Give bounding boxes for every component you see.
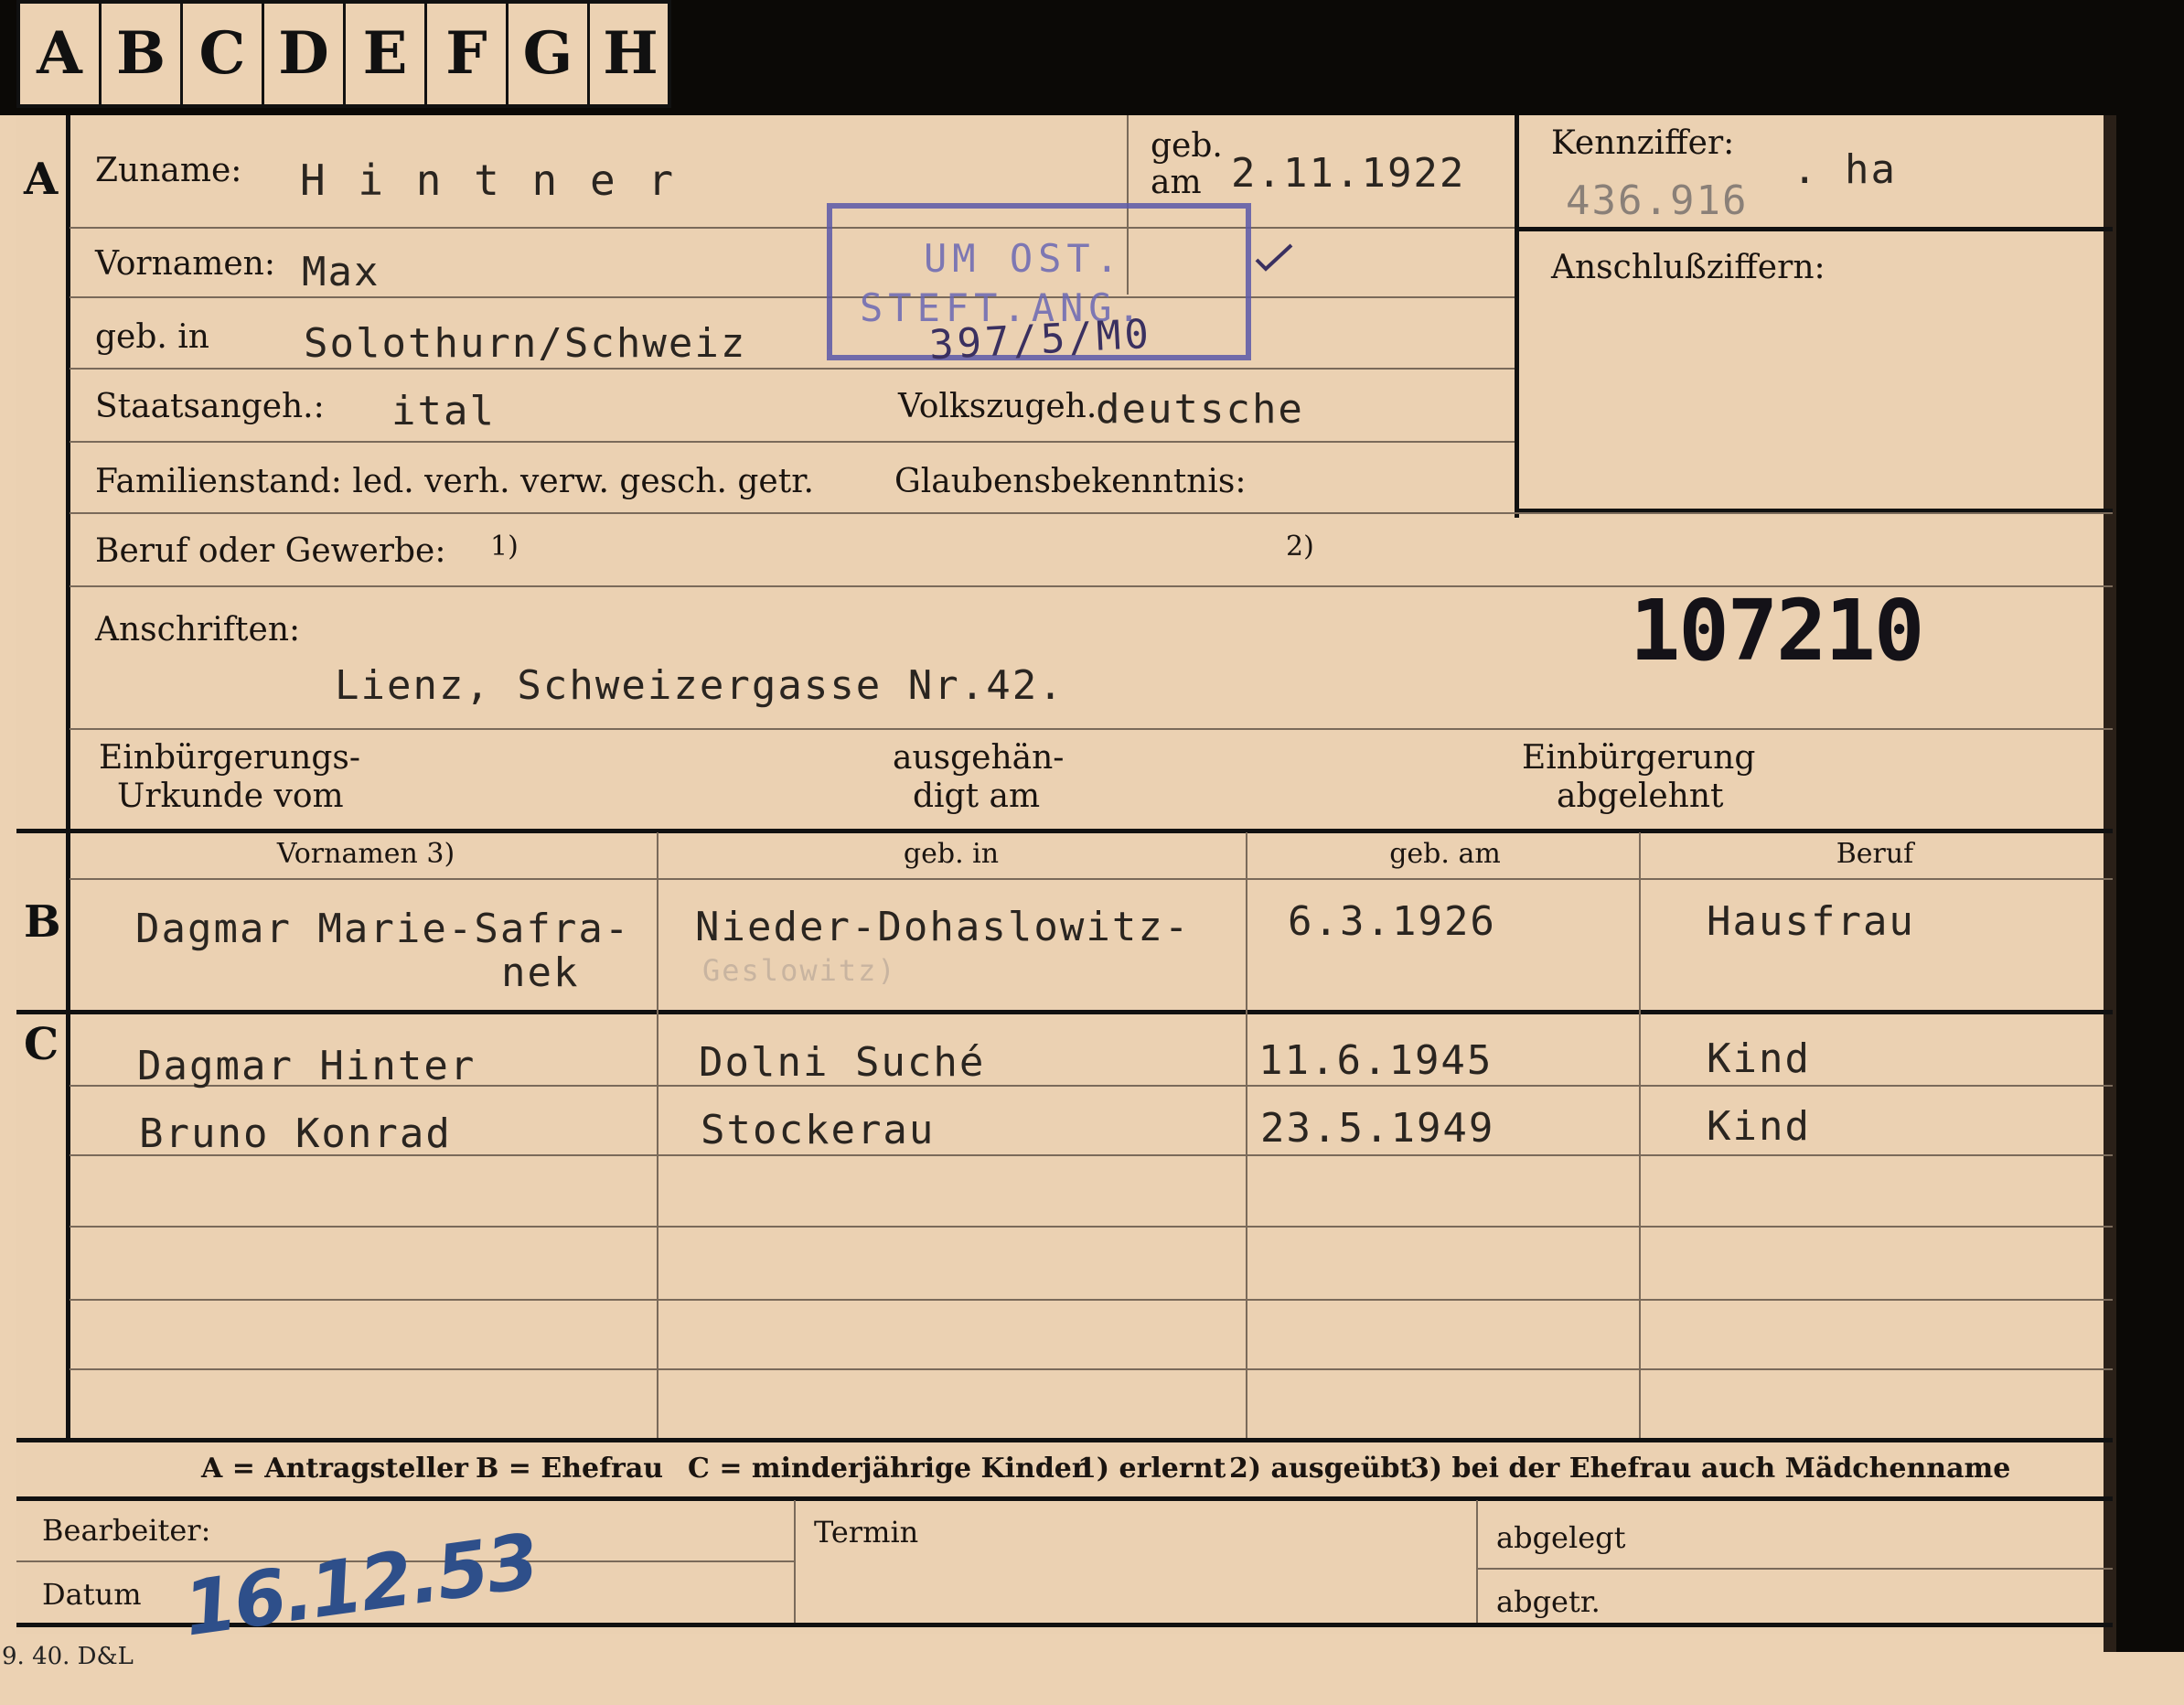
label-termin: Termin [814,1515,919,1550]
legend-kinder: C = minderjährige Kinder [688,1453,1087,1485]
child-row-rule [70,1368,2113,1370]
left-section-rule [66,115,70,1442]
label-bearbeiter: Bearbeiter: [42,1513,211,1548]
spouse-birth-date: 6.3.1926 [1288,898,1496,945]
label-glaubensbekenntnis: Glaubensbekenntnis: [894,463,1247,500]
child-2-birth-date: 23.5.1949 [1260,1105,1495,1152]
section-b-letter: B [24,896,61,948]
applicant-first-name: Max [302,249,380,295]
kennziffer-bottom-rule [1518,227,2113,231]
label-volkszugehoerigkeit: Volkszugeh. [898,388,1097,425]
label-familienstand: Familienstand: led. verh. verw. gesch. g… [95,463,814,500]
header-beruf: Beruf [1836,838,1914,870]
termin-divider [794,1500,796,1625]
abgelegt-rule [1478,1568,2113,1570]
legend-top-rule [16,1438,2113,1442]
header-geb-in: geb. in [903,838,1000,870]
header-geb-am: geb. am [1389,838,1501,870]
section-c-letter: C [24,1019,59,1070]
checkmark-icon [1255,243,1293,272]
legend-ehefrau: B = Ehefrau [476,1453,664,1485]
legend-antragsteller: A = Antragsteller [201,1453,468,1485]
child-2-birthplace: Stockerau [701,1107,936,1153]
section-c-rule [16,1010,2113,1014]
label-ausgehaendigt: ausgehän- [893,739,1065,777]
register-tabs: A B C D E F G H [16,0,671,108]
label-kennziffer: Kennziffer: [1551,124,1735,162]
tab-b: B [102,4,183,104]
col-divider [657,832,658,1440]
row-rule [70,227,1515,229]
tab-f: F [427,4,509,104]
legend-maedchenname: 3) bei der Ehefrau auch Mädchenname [1410,1453,2011,1485]
label-abgelegt: abgelegt [1496,1520,1626,1555]
table-header-rule [70,878,2113,880]
child-1-name: Dagmar Hinter [137,1043,476,1089]
applicant-birthplace: Solothurn/Schweiz [304,320,747,367]
applicant-citizenship: ital [391,388,496,434]
label-staatsangehoerigkeit: Staatsangeh.: [95,388,325,425]
child-2-name: Bruno Konrad [139,1110,452,1157]
spouse-birthplace: Nieder-Dohaslowitz- [695,904,1191,950]
applicant-birth-date: 2.11.1922 [1231,150,1466,197]
child-2-occupation: Kind [1707,1103,1811,1150]
spouse-name: Dagmar Marie-Safra- [135,906,631,952]
label-zuname: Zuname: [95,152,242,189]
col-divider [1246,832,1247,1440]
kennziffer-suffix: . ha [1793,146,1897,193]
footnote-2: 2) [1286,531,1314,563]
file-number-stamp: 107210 [1630,582,1924,680]
abgelegt-divider [1476,1500,1478,1625]
label-beruf: Beruf oder Gewerbe: [95,532,446,570]
tab-e: E [346,4,427,104]
row-rule [70,368,1515,370]
section-b-rule [16,829,2113,833]
tab-g: G [509,4,590,104]
applicant-ethnicity: deutsche [1096,386,1304,433]
row-rule [70,728,2113,730]
row-rule [70,296,1515,298]
label-digt-am: digt am [913,777,1041,815]
child-1-occupation: Kind [1707,1035,1811,1082]
label-anschriften: Anschriften: [95,611,301,649]
header-vornamen: Vornamen 3) [276,838,455,870]
applicant-surname: H i n t n e r [300,155,678,205]
card-edge-shadow [2104,115,2116,1652]
label-geb-am: geb. am [1151,127,1223,201]
label-einbuergerung: Einbürgerung [1522,739,1756,777]
stamp-line-1: UM OST. [924,236,1125,281]
label-einbuergerungsurkunde: Einbürgerungs- [99,739,361,777]
label-anschlussziffern: Anschlußziffern: [1551,249,1825,286]
tab-d: D [264,4,346,104]
row-rule [70,512,2113,514]
label-abgelehnt: abgelehnt [1557,777,1724,815]
label-geb-in: geb. in [95,318,209,356]
label-datum: Datum [42,1577,142,1612]
label-vornamen: Vornamen: [95,245,275,283]
spouse-name-cont: nek [501,949,580,996]
legend-ausgeuebt: 2) ausgeübt [1229,1453,1413,1485]
applicant-kennziffer: 436.916 [1566,177,1749,224]
footnote-1: 1) [490,531,519,563]
right-black-border [2116,115,2184,1652]
label-abgetr: abgetr. [1496,1584,1601,1619]
row-rule [70,441,1515,443]
child-1-birthplace: Dolni Suché [699,1039,986,1086]
form-code: 9. 40. D&L [2,1643,134,1670]
tab-c: C [183,4,264,104]
spouse-occupation: Hausfrau [1707,898,1915,945]
legend-bottom-rule [16,1496,2113,1501]
spouse-birthplace-cont: Geslowitz) [702,953,897,988]
legend-erlernt: 1) erlernt [1077,1453,1226,1485]
applicant-address: Lienz, Schweizergasse Nr.42. [335,662,1065,709]
label-urkunde-vom: Urkunde vom [117,777,344,815]
tab-h: H [603,19,658,88]
child-1-birth-date: 11.6.1945 [1258,1037,1493,1084]
kennziffer-divider [1515,115,1519,518]
section-a-letter: A [24,154,59,205]
child-row-rule [70,1299,2113,1301]
tab-a: A [20,4,102,104]
col-divider [1639,832,1641,1440]
child-row-rule [70,1226,2113,1228]
